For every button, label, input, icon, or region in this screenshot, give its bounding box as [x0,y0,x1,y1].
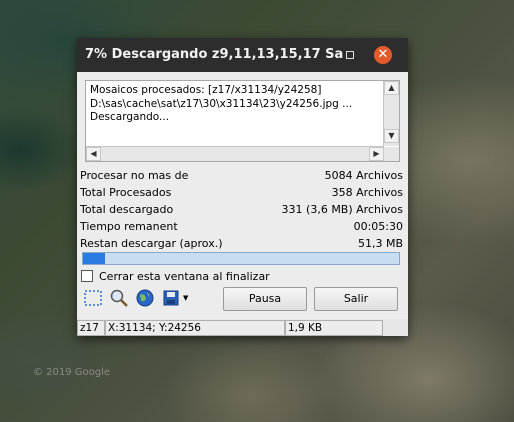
close-on-finish-label: Cerrar esta ventana al finalizar [99,269,270,283]
maximize-button[interactable] [346,51,354,59]
download-progress-bar [82,252,400,265]
toolbar: ▼ [83,287,188,309]
map-credit: © 2019 Google [33,367,111,378]
stat-label: Restan descargar (aprox.) [80,237,223,250]
stat-row: Restan descargar (aprox.) 51,3 MB [80,235,403,252]
status-size: 1,9 KB [285,320,383,336]
dropdown-arrow-icon[interactable]: ▼ [183,294,188,302]
stat-row: Tiempo remanent 00:05:30 [80,218,403,235]
log-textbox[interactable]: Mosaicos procesados: [z17/x31134/y24258]… [85,80,400,162]
window-titlebar[interactable]: 7% Descargando z9,11,13,15,17 Sa... ✕ [77,38,408,72]
scroll-down-icon[interactable]: ▼ [384,129,399,143]
globe-icon[interactable] [135,288,155,308]
scroll-corner [384,147,399,161]
stat-value: 358 Archivos [331,186,403,199]
selection-icon[interactable] [83,288,103,308]
stat-row: Procesar no mas de 5084 Archivos [80,167,403,184]
status-zoom: z17 [77,320,105,336]
zoom-icon[interactable] [109,288,129,308]
stat-label: Tiempo remanent [80,220,178,233]
status-coordinates: X:31134; Y:24256 [105,320,285,336]
stat-value: 00:05:30 [353,220,403,233]
close-button[interactable]: ✕ [374,46,392,64]
scroll-left-icon[interactable]: ◀ [86,147,101,161]
log-line: Descargando... [90,111,170,123]
download-window: 7% Descargando z9,11,13,15,17 Sa... ✕ Mo… [77,38,408,336]
stat-label: Total Procesados [80,186,172,199]
progress-fill [83,253,106,264]
pause-button[interactable]: Pausa [223,287,307,311]
log-lines: Mosaicos procesados: [z17/x31134/y24258]… [90,84,382,125]
stat-value: 51,3 MB [357,237,403,250]
scroll-up-icon[interactable]: ▲ [384,81,399,95]
stat-value: 331 (3,6 MB) Archivos [281,203,403,216]
vertical-scrollbar[interactable]: ▲ ▼ [383,81,399,146]
stat-label: Total descargado [80,203,174,216]
close-on-finish-option[interactable]: Cerrar esta ventana al finalizar [81,268,270,284]
log-line: D:\sas\cache\sat\z17\30\x31134\23\y24256… [90,97,353,110]
stat-row: Total descargado 331 (3,6 MB) Archivos [80,201,403,218]
scroll-right-icon[interactable]: ▶ [369,147,384,161]
horizontal-scrollbar[interactable]: ◀ ▶ [86,146,384,161]
stat-value: 5084 Archivos [324,169,403,182]
stat-label: Procesar no mas de [80,169,189,182]
close-on-finish-checkbox[interactable] [81,270,93,282]
stat-row: Total Procesados 358 Archivos [80,184,403,201]
status-bar: z17 X:31134; Y:24256 1,9 KB [77,319,408,336]
log-line: Mosaicos procesados: [z17/x31134/y24258] [90,84,322,96]
exit-button[interactable]: Salir [314,287,398,311]
save-icon[interactable] [161,288,181,308]
window-title: 7% Descargando z9,11,13,15,17 Sa... [85,47,343,62]
download-stats: Procesar no mas de 5084 Archivos Total P… [80,167,403,252]
